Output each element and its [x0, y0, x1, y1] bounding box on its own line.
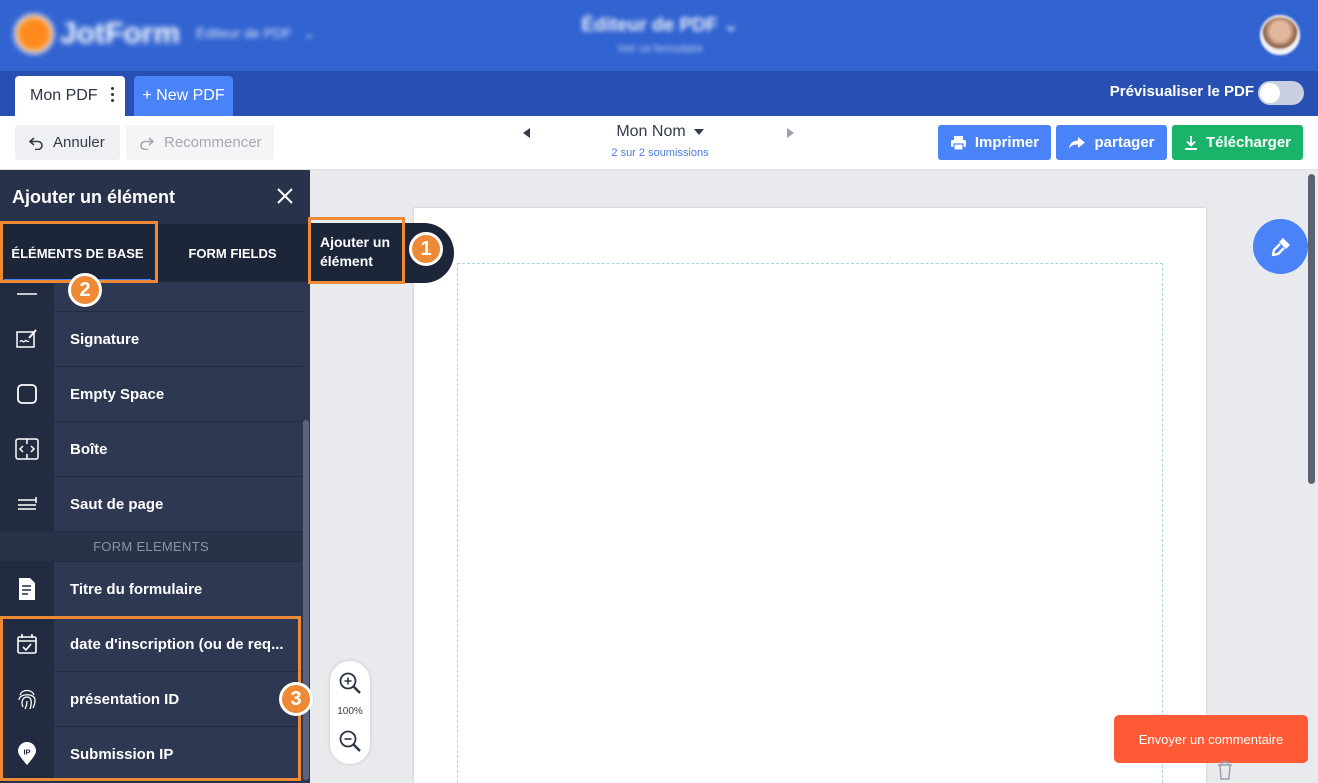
download-button[interactable]: Télécharger	[1172, 125, 1303, 160]
square-icon	[0, 367, 54, 421]
undo-button[interactable]: Annuler	[15, 125, 120, 160]
step-badge-2: 2	[68, 273, 102, 307]
print-label: Imprimer	[974, 134, 1040, 151]
top-header: JotForm Éditeur de PDF ⌄ Éditeur de PDF …	[0, 0, 1318, 71]
preview-label: Prévisualiser le PDF	[1109, 83, 1254, 100]
signature-icon	[0, 312, 54, 366]
design-brush-button[interactable]	[1253, 219, 1308, 274]
list-item-label: Titre du formulaire	[70, 580, 203, 598]
chevron-down-icon: ⌄	[722, 15, 739, 36]
jotform-logo[interactable]: JotForm	[14, 14, 180, 54]
preview-toggle[interactable]	[1258, 81, 1304, 105]
page-subtitle: Voir ce formulaire	[617, 43, 703, 55]
canvas-scrollbar[interactable]	[1308, 174, 1315, 484]
page-margin-guide	[457, 263, 1163, 783]
list-item-box[interactable]: Boîte	[0, 422, 302, 477]
logo-text: JotForm	[60, 17, 180, 50]
pdf-page[interactable]	[414, 208, 1206, 783]
element-icon	[0, 282, 54, 312]
zoom-out-icon[interactable]	[338, 729, 362, 753]
app-switcher-label: Éditeur de PDF	[196, 25, 292, 41]
section-label: FORM ELEMENTS	[0, 532, 302, 562]
undo-icon	[29, 136, 43, 150]
step-badge-1: 1	[409, 232, 443, 266]
list-item-label: Signature	[70, 330, 140, 348]
list-item-empty-space[interactable]: Empty Space	[0, 367, 302, 422]
undo-label: Annuler	[53, 134, 105, 151]
page-title-text: Éditeur de PDF	[581, 15, 718, 36]
more-options-icon[interactable]	[111, 87, 115, 105]
pdf-tab-bar: Mon PDF + New PDF Prévisualiser le PDF	[0, 71, 1318, 116]
trash-icon[interactable]	[1216, 760, 1234, 780]
panel-scrollbar[interactable]	[303, 420, 309, 780]
page-break-icon	[0, 477, 54, 531]
print-button[interactable]: Imprimer	[938, 125, 1051, 160]
close-icon[interactable]	[276, 187, 294, 205]
caret-down-icon	[693, 128, 704, 135]
submission-selector[interactable]: Mon Nom	[560, 123, 760, 141]
share-arrow-icon	[1069, 136, 1086, 149]
redo-label: Recommencer	[164, 134, 262, 151]
chevron-down-icon: ⌄	[295, 25, 316, 41]
panel-header: Ajouter un élément	[0, 170, 310, 224]
list-item-label: Empty Space	[70, 385, 165, 403]
send-feedback-button[interactable]: Envoyer un commentaire	[1114, 715, 1308, 763]
avatar[interactable]	[1260, 15, 1300, 55]
new-pdf-button[interactable]: + New PDF	[134, 76, 233, 116]
tab-mon-pdf[interactable]: Mon PDF	[15, 76, 125, 116]
document-icon	[0, 562, 54, 616]
list-item-label: Boîte	[70, 440, 108, 458]
zoom-in-icon[interactable]	[338, 671, 362, 695]
tab-mon-pdf-label: Mon PDF	[30, 87, 98, 104]
tab-form-fields[interactable]: FORM FIELDS	[155, 224, 310, 282]
list-item-form-title[interactable]: Titre du formulaire	[0, 562, 302, 617]
step-badge-3: 3	[279, 682, 313, 716]
list-item-page-break[interactable]: Saut de page	[0, 477, 302, 532]
zoom-control: 100%	[330, 661, 370, 764]
paint-roller-icon	[1271, 237, 1290, 256]
prev-submission-icon[interactable]	[523, 128, 530, 138]
list-item[interactable]	[0, 282, 302, 312]
toggle-knob	[1260, 83, 1280, 103]
app-switcher[interactable]: Éditeur de PDF ⌄	[196, 25, 315, 42]
zoom-level: 100%	[337, 706, 363, 717]
download-label: Télécharger	[1205, 134, 1292, 151]
list-item-signature[interactable]: Signature	[0, 312, 302, 367]
next-submission-icon[interactable]	[787, 128, 794, 138]
submission-name: Mon Nom	[616, 123, 686, 140]
page-title[interactable]: Éditeur de PDF ⌄ Voir ce formulaire	[560, 14, 760, 55]
printer-icon	[950, 135, 966, 151]
share-button[interactable]: partager	[1056, 125, 1167, 160]
redo-button[interactable]: Recommencer	[126, 125, 274, 160]
editor-toolbar: Annuler Recommencer Mon Nom 2 sur 2 soum…	[0, 116, 1318, 170]
redo-icon	[140, 136, 154, 150]
panel-title: Ajouter un élément	[12, 187, 176, 207]
share-label: partager	[1094, 134, 1155, 151]
logo-mark-icon	[14, 14, 54, 54]
download-icon	[1184, 135, 1197, 150]
list-highlight	[0, 616, 301, 781]
callout-highlight	[308, 217, 405, 284]
list-item-label: Saut de page	[70, 495, 164, 513]
box-icon	[0, 422, 54, 476]
submission-count: 2 sur 2 soumissions	[611, 147, 709, 159]
